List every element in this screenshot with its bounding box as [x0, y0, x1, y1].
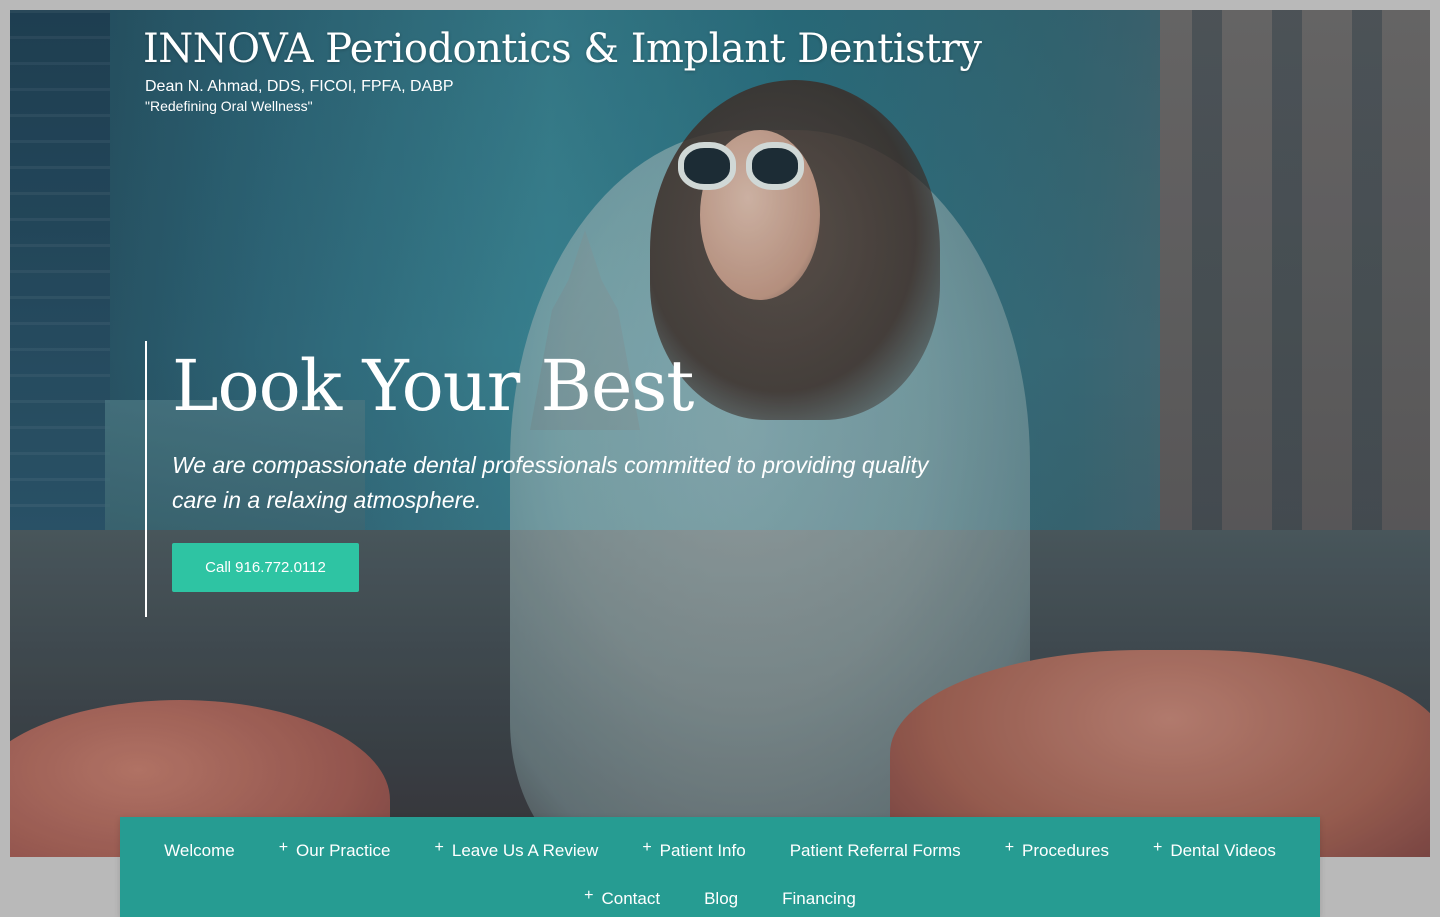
nav-label: Blog: [704, 889, 739, 908]
tagline: "Redefining Oral Wellness": [145, 98, 313, 114]
hero-background: [10, 10, 1430, 857]
nav-item-financing[interactable]: Financing: [760, 886, 878, 912]
plus-icon: +: [434, 839, 444, 856]
nav-item-referral-forms[interactable]: Patient Referral Forms: [768, 838, 983, 864]
plus-icon: +: [584, 887, 594, 904]
nav-row: + Contact Blog Financing: [120, 886, 1320, 912]
call-button[interactable]: Call 916.772.0112: [172, 543, 359, 592]
hero-overlay: [10, 10, 1430, 857]
nav-row: Welcome + Our Practice + Leave Us A Revi…: [120, 838, 1320, 864]
main-nav: Welcome + Our Practice + Leave Us A Revi…: [120, 817, 1320, 917]
site-title[interactable]: INNOVA Periodontics & Implant Dentistry: [143, 26, 982, 72]
nav-item-procedures[interactable]: + Procedures: [983, 838, 1131, 864]
nav-item-leave-review[interactable]: + Leave Us A Review: [413, 838, 621, 864]
nav-label: Leave Us A Review: [451, 841, 599, 860]
nav-item-blog[interactable]: Blog: [682, 886, 760, 912]
nav-item-patient-info[interactable]: + Patient Info: [620, 838, 767, 864]
nav-label: Contact: [601, 889, 661, 908]
plus-icon: +: [278, 839, 289, 856]
doctor-credentials: Dean N. Ahmad, DDS, FICOI, FPFA, DABP: [145, 78, 454, 95]
nav-item-welcome[interactable]: Welcome: [142, 838, 257, 864]
nav-label: Patient Info: [659, 841, 746, 860]
nav-item-dental-videos[interactable]: + Dental Videos: [1131, 838, 1298, 864]
plus-icon: +: [1004, 839, 1015, 856]
nav-label: Procedures: [1022, 841, 1109, 860]
plus-icon: +: [642, 839, 652, 856]
nav-label: Financing: [782, 889, 856, 908]
nav-label: Our Practice: [296, 841, 391, 860]
nav-label: Welcome: [164, 841, 235, 860]
hero-heading: Look Your Best: [172, 345, 694, 427]
nav-label: Dental Videos: [1170, 841, 1276, 860]
nav-item-contact[interactable]: + Contact: [562, 886, 682, 912]
nav-label: Patient Referral Forms: [789, 841, 961, 860]
nav-item-our-practice[interactable]: + Our Practice: [257, 838, 413, 864]
plus-icon: +: [1152, 839, 1163, 856]
hero-divider: [145, 341, 147, 617]
hero-subheading: We are compassionate dental professional…: [172, 452, 929, 513]
